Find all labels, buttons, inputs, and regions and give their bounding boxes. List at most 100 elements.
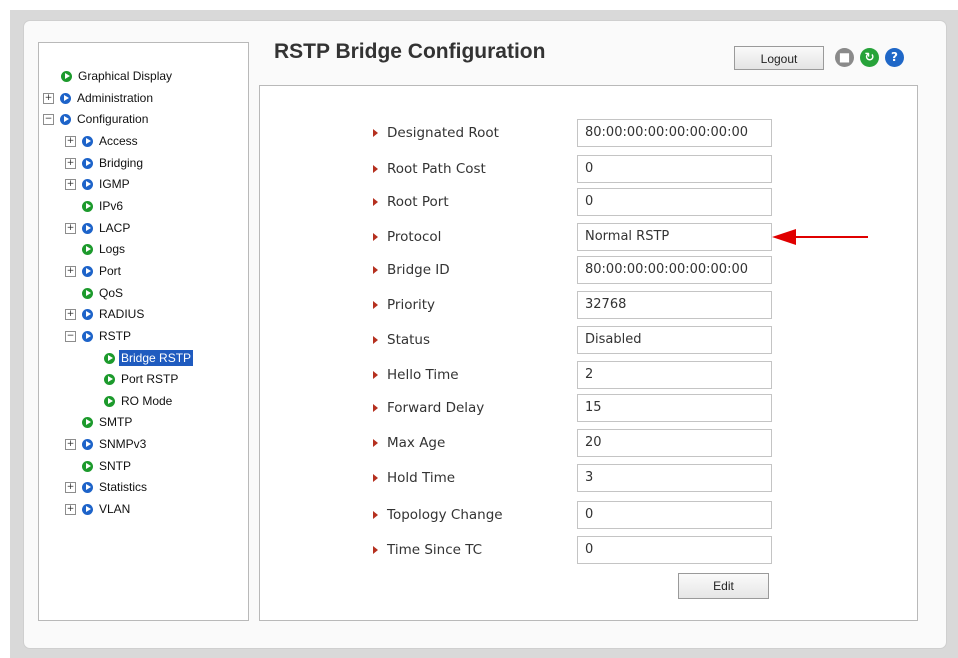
bullet-icon [373,129,378,137]
blue-arrow-icon [60,113,71,125]
bullet-icon [373,165,378,173]
nav-item-port[interactable]: + Port [65,262,123,280]
nav-item-lacp[interactable]: + LACP [65,219,132,237]
expand-icon[interactable]: + [65,438,76,450]
nav-item-ro-mode[interactable]: RO Mode [104,392,174,410]
nav-item-graphical-display[interactable]: Graphical Display [61,67,174,85]
field-label-protocol: Protocol [373,228,441,246]
red-pointer-arrow [772,229,868,245]
navigation-tree: Graphical Display + Administration − Con… [38,42,249,621]
help-icon[interactable]: ? [885,48,904,67]
bullet-icon [373,198,378,206]
bullet-icon [373,404,378,412]
expand-icon[interactable]: + [65,178,76,190]
field-label-text: Max Age [387,435,446,451]
field-label-status: Status [373,331,430,349]
field-label-topology-change: Topology Change [373,506,503,524]
nav-item-smtp[interactable]: SMTP [82,413,134,431]
field-label-text: Forward Delay [387,400,485,416]
nav-item-label: Graphical Display [78,69,173,83]
field-value-status: Disabled [577,326,772,354]
field-label-hello-time: Hello Time [373,366,459,384]
expand-icon[interactable]: + [65,157,76,169]
edit-button[interactable]: Edit [678,573,769,599]
nav-item-snmpv3[interactable]: + SNMPv3 [65,435,148,453]
field-label-text: Topology Change [387,507,503,523]
expand-icon[interactable]: + [65,222,76,234]
nav-item-vlan[interactable]: + VLAN [65,500,132,518]
expand-icon[interactable]: + [43,92,54,104]
field-value-time-since-tc: 0 [577,536,772,564]
blue-arrow-icon [82,178,93,190]
field-label-bridge-id: Bridge ID [373,261,450,279]
nav-item-sntp[interactable]: SNTP [82,457,133,475]
green-arrow-icon [104,395,115,407]
blue-arrow-icon [82,308,93,320]
field-label-root-path-cost: Root Path Cost [373,160,486,178]
nav-item-label: Port RSTP [121,372,179,386]
field-value-root-path-cost: 0 [577,155,772,183]
nav-item-label: RSTP [99,329,132,343]
nav-item-label: RO Mode [121,394,173,408]
nav-item-label: LACP [99,221,131,235]
nav-item-rstp[interactable]: − RSTP [65,327,133,345]
nav-item-access[interactable]: + Access [65,132,140,150]
nav-item-radius[interactable]: + RADIUS [65,305,146,323]
blue-arrow-icon [82,222,93,234]
expand-icon[interactable]: + [65,308,76,320]
blue-arrow-icon [82,438,93,450]
nav-item-logs[interactable]: Logs [82,240,127,258]
field-label-text: Root Port [387,194,449,210]
bullet-icon [373,233,378,241]
blue-arrow-icon [82,157,93,169]
field-label-text: Protocol [387,229,442,245]
expand-icon[interactable]: + [65,503,76,515]
green-arrow-icon [104,352,115,364]
blue-arrow-icon [82,503,93,515]
nav-item-administration[interactable]: + Administration [43,89,155,107]
nav-item-qos[interactable]: QoS [82,284,125,302]
field-label-hold-time: Hold Time [373,469,455,487]
field-label-time-since-tc: Time Since TC [373,541,482,559]
expand-icon[interactable]: + [65,265,76,277]
nav-item-label: RADIUS [99,307,145,321]
nav-item-label: SMTP [99,415,133,429]
nav-item-label: SNTP [99,459,132,473]
nav-item-label: Access [99,134,138,148]
field-label-max-age: Max Age [373,434,445,452]
nav-item-igmp[interactable]: + IGMP [65,175,132,193]
field-value-forward-delay: 15 [577,394,772,422]
nav-item-ipv6[interactable]: IPv6 [82,197,125,215]
collapse-icon[interactable]: − [65,330,76,342]
green-arrow-icon [82,460,93,472]
field-value-hold-time: 3 [577,464,772,492]
green-arrow-icon [104,373,115,385]
nav-item-label: Configuration [77,112,149,126]
bullet-icon [373,439,378,447]
field-value-protocol: Normal RSTP [577,223,772,251]
field-value-root-port: 0 [577,188,772,216]
expand-icon[interactable]: + [65,135,76,147]
nav-item-label: Bridging [99,156,144,170]
green-arrow-icon [82,287,93,299]
field-value-designated-root: 80:00:00:00:00:00:00:00 [577,119,772,147]
blue-arrow-icon [82,330,93,342]
field-label-priority: Priority [373,296,435,314]
logout-button[interactable]: Logout [734,46,824,70]
refresh-icon[interactable]: ↻ [860,48,879,67]
green-arrow-icon [82,416,93,428]
page-title: RSTP Bridge Configuration [274,40,546,63]
field-label-text: Status [387,332,431,348]
bullet-icon [373,474,378,482]
blue-arrow-icon [82,265,93,277]
nav-item-bridge-rstp[interactable]: Bridge RSTP [104,349,194,367]
nav-item-statistics[interactable]: + Statistics [65,478,149,496]
nav-item-port-rstp[interactable]: Port RSTP [104,370,180,388]
nav-item-bridging[interactable]: + Bridging [65,154,145,172]
nav-item-configuration[interactable]: − Configuration [43,110,150,128]
expand-icon[interactable]: + [65,481,76,493]
save-icon[interactable]: ■ [835,48,854,67]
collapse-icon[interactable]: − [43,113,54,125]
field-value-max-age: 20 [577,429,772,457]
bullet-icon [373,371,378,379]
